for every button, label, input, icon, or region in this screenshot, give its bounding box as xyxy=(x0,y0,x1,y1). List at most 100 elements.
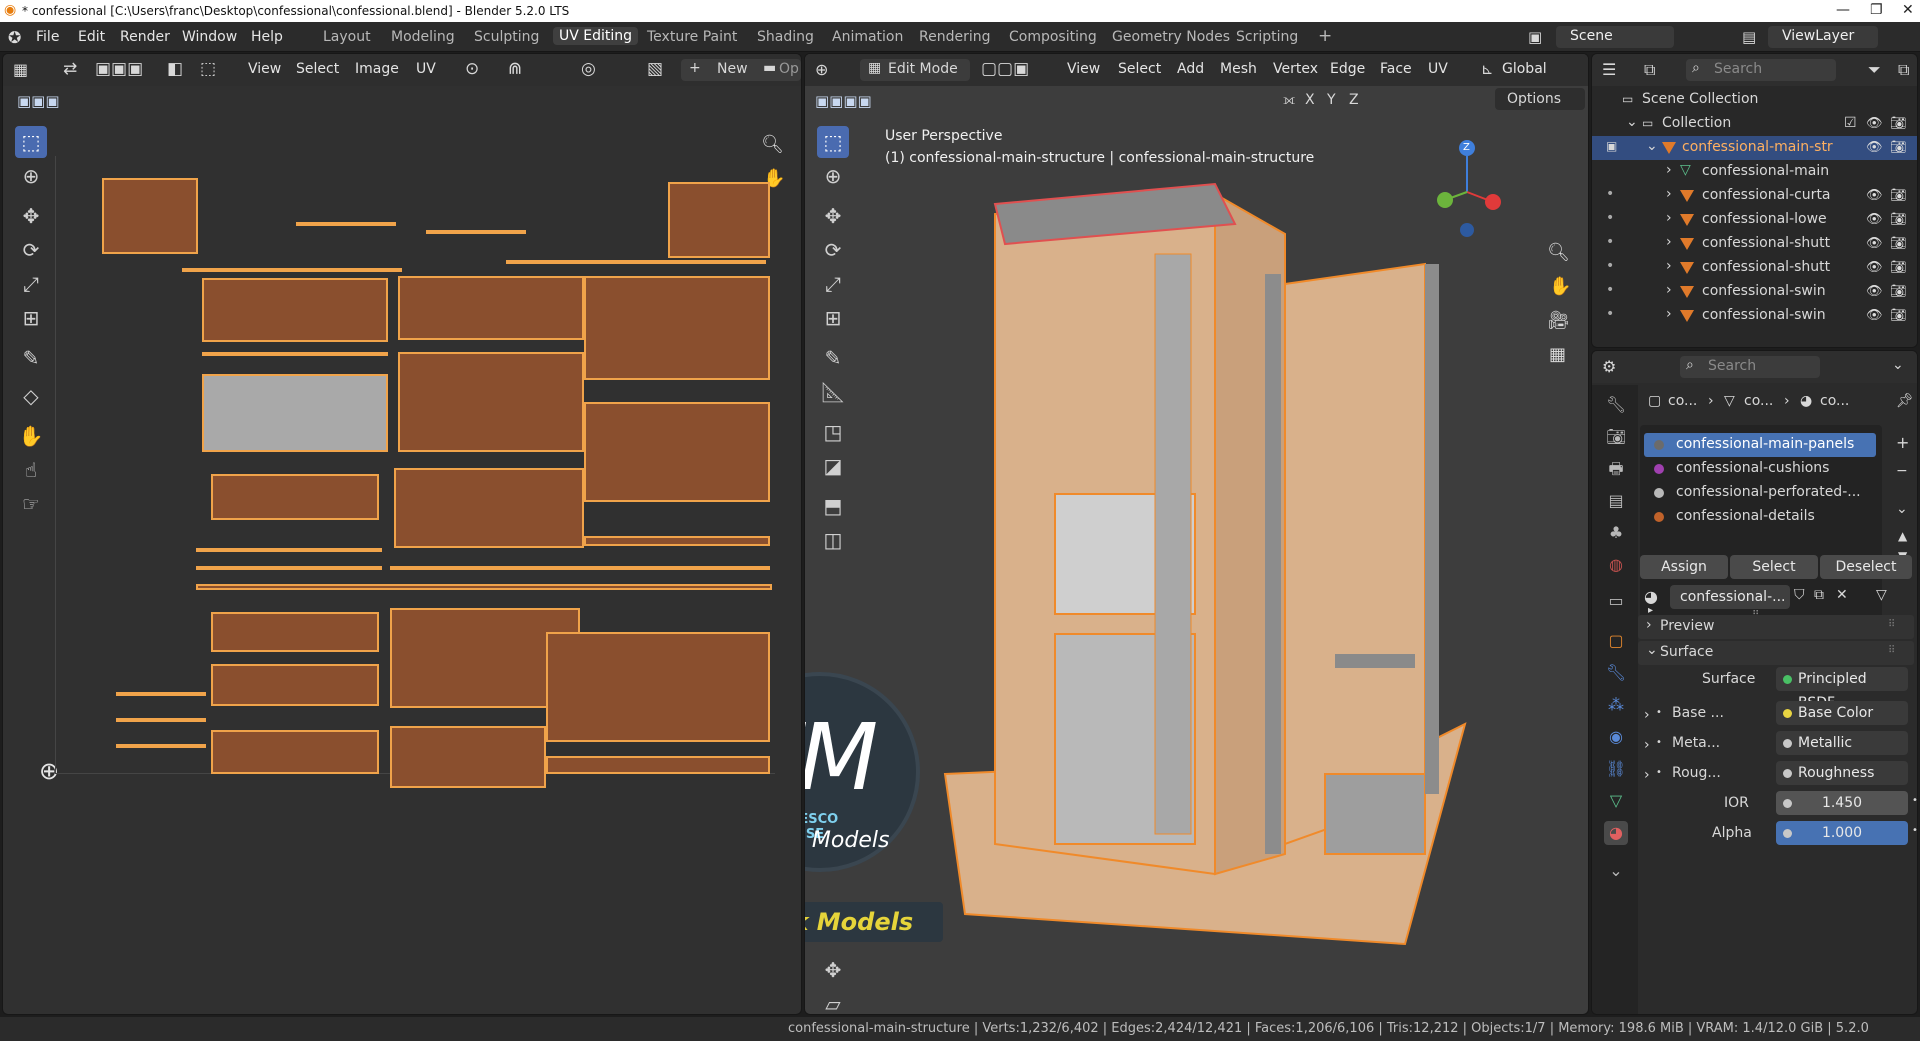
uv-island[interactable] xyxy=(398,352,584,452)
pivot-icon[interactable]: ⬚ xyxy=(200,59,216,79)
render-camera-icon[interactable]: 📷︎ xyxy=(1890,308,1907,323)
workspace-tab-scripting[interactable]: Scripting xyxy=(1236,29,1298,45)
uv-strip[interactable] xyxy=(182,268,402,272)
workspace-tab-texture-paint[interactable]: Texture Paint xyxy=(647,29,737,45)
roughness-expand-icon[interactable]: › xyxy=(1644,767,1650,783)
outliner-row-object[interactable]: • › confessional-swin 👁︎ 📷︎ xyxy=(1592,280,1917,304)
expand-chevron-icon[interactable]: › xyxy=(1666,186,1672,202)
vp-menu-add[interactable]: Add xyxy=(1177,61,1204,77)
modifier-tab-icon[interactable]: 🔧︎ xyxy=(1604,661,1628,685)
particles-tab-icon[interactable]: ⁂ xyxy=(1604,693,1628,717)
render-camera-icon[interactable]: 📷︎ xyxy=(1890,140,1907,155)
workspace-tab-compositing[interactable]: Compositing xyxy=(1009,29,1097,45)
uv-strip[interactable] xyxy=(296,222,396,226)
vp-measure-tool-icon[interactable]: 📐︎ xyxy=(817,376,849,408)
material-slot-row[interactable]: confessional-cushions xyxy=(1644,457,1876,481)
menu-window[interactable]: Window xyxy=(182,29,237,45)
uv-menu-select[interactable]: Select xyxy=(296,61,339,77)
browse-material-icon[interactable]: ◕ xyxy=(1644,587,1658,606)
zoom-icon[interactable]: 🔍︎ xyxy=(761,134,784,155)
vp-scale-tool-icon[interactable]: ⤢ xyxy=(817,268,849,300)
vp-transform-tool-icon[interactable]: ⊞ xyxy=(817,302,849,334)
uv-island[interactable] xyxy=(584,402,770,502)
remove-slot-icon[interactable]: − xyxy=(1896,463,1908,479)
link-mode-icon[interactable]: ▽ xyxy=(1876,587,1887,603)
material-name-field[interactable]: confessional-... xyxy=(1670,585,1790,609)
vp-inset-tool-icon[interactable]: ◫ xyxy=(817,524,849,556)
pinch-tool-icon[interactable]: ☞ xyxy=(15,488,47,520)
vp-menu-edge[interactable]: Edge xyxy=(1330,61,1365,77)
uv-island[interactable] xyxy=(102,178,198,254)
uv-strip[interactable] xyxy=(196,548,382,552)
uv-island[interactable] xyxy=(546,756,770,774)
new-collection-icon[interactable]: ⧉ xyxy=(1898,60,1909,80)
minimize-button[interactable]: — xyxy=(1836,2,1850,18)
workspace-tab-sculpting[interactable]: Sculpting xyxy=(474,29,539,45)
add-workspace-button[interactable]: + xyxy=(1318,26,1332,46)
outliner[interactable]: ☰ ⧉ ⌕ Search ⏷ ⧉ ▭ Scene Collection ⌄ ▭ … xyxy=(1591,53,1918,348)
output-tab-icon[interactable]: 🖶︎ xyxy=(1604,457,1628,481)
3d-viewport[interactable]: ⊕ ▦ Edit Mode ▢▢▣ View Select Add Mesh V… xyxy=(804,53,1589,1015)
panel-drag-handle[interactable]: ⠿ xyxy=(1888,619,1895,630)
uv-menu-view[interactable]: View xyxy=(248,61,281,77)
workspace-tab-shading[interactable]: Shading xyxy=(757,29,814,45)
uv-island[interactable] xyxy=(398,276,584,340)
vp-menu-vertex[interactable]: Vertex xyxy=(1273,61,1318,77)
uv-strip[interactable] xyxy=(390,566,770,570)
properties-options-chevron-icon[interactable]: ⌄ xyxy=(1892,357,1904,373)
material-slot-row-active[interactable]: confessional-main-panels xyxy=(1644,433,1876,457)
outliner-row-object[interactable]: • › confessional-curta 👁︎ 📷︎ xyxy=(1592,184,1917,208)
panel-drag-handle[interactable]: ⠿ xyxy=(1888,645,1895,656)
render-camera-icon[interactable]: 📷︎ xyxy=(1890,284,1907,299)
select-mode-icons[interactable]: ▣▣▣ xyxy=(95,59,143,79)
scene-tab-icon[interactable]: ♣ xyxy=(1604,521,1628,545)
outliner-row-collection[interactable]: ⌄ ▭ Collection ☑ 👁︎ 📷︎ xyxy=(1592,112,1917,136)
render-camera-icon[interactable]: 📷︎ xyxy=(1890,116,1907,131)
display-mode-icon[interactable]: ⧉ xyxy=(1644,60,1655,80)
workspace-tab-modeling[interactable]: Modeling xyxy=(391,29,455,45)
maximize-button[interactable]: ❐ xyxy=(1870,2,1883,18)
uv-strip[interactable] xyxy=(116,744,206,748)
outliner-search-input[interactable]: ⌕ Search xyxy=(1686,59,1836,81)
outliner-row-scene-collection[interactable]: ▭ Scene Collection xyxy=(1592,88,1917,112)
uv-canvas[interactable] xyxy=(55,156,775,788)
expand-chevron-icon[interactable]: › xyxy=(1666,234,1672,250)
visibility-eye-icon[interactable]: 👁︎ xyxy=(1866,140,1883,155)
confessional-3d-model[interactable] xyxy=(905,154,1505,1014)
vp-menu-view[interactable]: View xyxy=(1067,61,1100,77)
image-browse-icon[interactable]: ▧ xyxy=(647,59,663,79)
uv-strip[interactable] xyxy=(584,536,770,546)
uv-strip[interactable] xyxy=(116,718,206,722)
expand-chevron-icon[interactable]: › xyxy=(1666,258,1672,274)
add-slot-icon[interactable]: + xyxy=(1896,433,1909,452)
blender-menu-icon[interactable]: ✪ xyxy=(8,28,21,47)
outliner-row-active[interactable]: ▣ ⌄ confessional-main-str 👁︎ 📷︎ xyxy=(1592,136,1917,160)
uv-island[interactable] xyxy=(390,726,546,788)
visibility-eye-icon[interactable]: 👁︎ xyxy=(1866,212,1883,227)
visibility-eye-icon[interactable]: 👁︎ xyxy=(1866,116,1883,131)
alpha-field[interactable]: 1.000 xyxy=(1776,821,1908,845)
proportional-edit-icon[interactable]: ◎ xyxy=(581,59,596,79)
workspace-tab-layout[interactable]: Layout xyxy=(323,29,371,45)
vp-shear-tool-icon[interactable]: ▱ xyxy=(817,988,849,1014)
properties-search-input[interactable]: ⌕ Search xyxy=(1680,356,1820,378)
menu-render[interactable]: Render xyxy=(120,29,170,45)
surface-panel-header[interactable]: ⌄ Surface ⠿ xyxy=(1638,641,1914,665)
constraints-tab-icon[interactable]: ⛓︎ xyxy=(1604,757,1628,781)
uv-island[interactable] xyxy=(202,278,388,342)
outliner-row-object[interactable]: • › confessional-shutt 👁︎ 📷︎ xyxy=(1592,256,1917,280)
data-tab-icon[interactable]: ▽ xyxy=(1604,789,1628,813)
visibility-eye-icon[interactable]: 👁︎ xyxy=(1866,308,1883,323)
select-box-tool[interactable]: ⬚ xyxy=(15,126,47,158)
cursor-tool-icon[interactable]: ⊕ xyxy=(15,160,47,192)
uv-strip[interactable] xyxy=(196,584,772,590)
rip-tool-icon[interactable]: ◇ xyxy=(15,380,47,412)
surface-shader-field[interactable]: Principled BSDF xyxy=(1776,667,1908,711)
select-button[interactable]: Select xyxy=(1730,555,1818,579)
vp-add-cylinder-tool-icon[interactable]: ◪ xyxy=(817,450,849,482)
material-slot-row[interactable]: confessional-perforated-... xyxy=(1644,481,1876,505)
edit-mode-indicator-icon[interactable]: ▣ xyxy=(1606,139,1617,153)
viewport-editor-type-icon[interactable]: ⊕ xyxy=(815,60,828,79)
uv-menu-image[interactable]: Image xyxy=(355,61,399,77)
ortho-grid-icon[interactable]: ▦ xyxy=(1549,344,1566,365)
